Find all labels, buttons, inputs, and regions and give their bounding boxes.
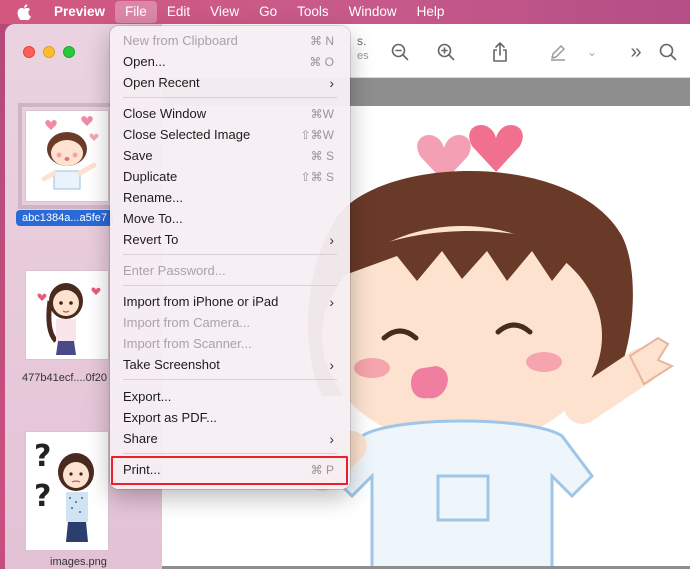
menu-item-label: Enter Password...	[123, 263, 226, 278]
more-tools-icon[interactable]: »	[624, 40, 648, 64]
menu-item-label: Take Screenshot	[123, 357, 220, 372]
menu-item-export-pdf[interactable]: Export as PDF...	[116, 407, 344, 428]
zoom-in-icon[interactable]	[434, 40, 458, 64]
menu-item-import-iphone[interactable]: Import from iPhone or iPad ›	[116, 291, 344, 312]
menu-item-label: New from Clipboard	[123, 33, 238, 48]
menu-item-label: Close Window	[123, 106, 207, 121]
menu-item-label: Close Selected Image	[123, 127, 251, 142]
chevron-right-icon: ›	[329, 231, 334, 248]
chevron-right-icon: ›	[329, 356, 334, 373]
menu-item-open[interactable]: Open... ⌘ O	[116, 51, 344, 72]
menu-item-label: Save	[123, 148, 153, 163]
menu-item-shortcut: ⇧⌘ S	[300, 169, 334, 184]
share-icon[interactable]	[488, 40, 512, 64]
menu-separator	[123, 97, 337, 98]
menu-item-label: Rename...	[123, 190, 183, 205]
menu-item-label: Open Recent	[123, 75, 200, 90]
menu-item-duplicate[interactable]: Duplicate ⇧⌘ S	[116, 166, 344, 187]
menu-separator	[123, 379, 337, 380]
menu-item-label: Import from Camera...	[123, 315, 251, 330]
chevron-right-icon: ›	[329, 293, 334, 310]
menu-tools[interactable]: Tools	[287, 1, 339, 23]
markup-pen-icon[interactable]	[546, 40, 570, 64]
window-title: s. es	[357, 34, 369, 62]
menu-separator	[123, 453, 337, 454]
menu-item-label: Import from iPhone or iPad	[123, 294, 279, 309]
thumbnail-image-2[interactable]	[25, 270, 109, 360]
menu-item-enter-password[interactable]: Enter Password...	[116, 260, 344, 281]
menu-item-close-window[interactable]: Close Window ⌘W	[116, 103, 344, 124]
menu-item-import-scanner[interactable]: Import from Scanner...	[116, 333, 344, 354]
menu-item-label: Export...	[123, 389, 172, 404]
svg-text:?: ?	[34, 439, 51, 474]
menu-item-label: Import from Scanner...	[123, 336, 252, 351]
menu-bar: Preview File Edit View Go Tools Window H…	[0, 0, 690, 24]
thumbnail-label-3[interactable]: images.png	[50, 556, 107, 568]
menu-item-open-recent[interactable]: Open Recent ›	[116, 72, 344, 93]
menu-item-take-screenshot[interactable]: Take Screenshot ›	[116, 354, 344, 375]
chevron-down-icon[interactable]: ⌄	[580, 40, 604, 64]
menu-view[interactable]: View	[200, 1, 249, 23]
menu-separator	[123, 285, 337, 286]
chevron-right-icon: ›	[329, 74, 334, 91]
menu-item-rename[interactable]: Rename...	[116, 187, 344, 208]
menu-edit[interactable]: Edit	[157, 1, 200, 23]
thumbnail-label-2[interactable]: 477b41ecf....0f20	[22, 372, 107, 384]
menu-item-shortcut: ⌘ O	[309, 54, 334, 69]
file-menu-dropdown: New from Clipboard ⌘ N Open... ⌘ O Open …	[110, 26, 350, 489]
menu-item-label: Export as PDF...	[123, 410, 217, 425]
menu-item-revert-to[interactable]: Revert To ›	[116, 229, 344, 250]
menu-item-shortcut: ⌘ N	[310, 33, 334, 48]
menu-item-export[interactable]: Export...	[116, 386, 344, 407]
menu-item-shortcut: ⇧⌘W	[300, 127, 334, 142]
thumbnail-image-3[interactable]: ? ?	[25, 431, 109, 551]
window-controls	[23, 46, 75, 58]
menu-separator	[123, 254, 337, 255]
menu-item-label: Move To...	[123, 211, 183, 226]
menu-file[interactable]: File	[115, 1, 157, 23]
menu-help[interactable]: Help	[407, 1, 455, 23]
menu-item-shortcut: ⌘W	[310, 106, 334, 121]
zoom-window-button[interactable]	[63, 46, 75, 58]
menu-item-shortcut: ⌘ S	[310, 148, 334, 163]
menu-go[interactable]: Go	[249, 1, 287, 23]
menu-item-label: Revert To	[123, 232, 179, 247]
apple-menu-icon[interactable]	[0, 4, 48, 20]
minimize-window-button[interactable]	[43, 46, 55, 58]
print-highlight-annotation	[111, 456, 348, 485]
search-icon[interactable]	[656, 40, 680, 64]
menu-app-preview[interactable]: Preview	[48, 1, 115, 23]
svg-text:?: ?	[34, 479, 51, 514]
menu-item-label: Share	[123, 431, 158, 446]
window-subtitle-text: es	[357, 50, 369, 62]
menu-item-close-selected-image[interactable]: Close Selected Image ⇧⌘W	[116, 124, 344, 145]
menu-item-import-camera[interactable]: Import from Camera...	[116, 312, 344, 333]
menu-item-save[interactable]: Save ⌘ S	[116, 145, 344, 166]
menu-window[interactable]: Window	[339, 1, 407, 23]
menu-item-label: Duplicate	[123, 169, 178, 184]
zoom-out-icon[interactable]	[388, 40, 412, 64]
chevron-right-icon: ›	[329, 430, 334, 447]
menu-item-label: Open...	[123, 54, 166, 69]
close-window-button[interactable]	[23, 46, 35, 58]
menu-item-move-to[interactable]: Move To...	[116, 208, 344, 229]
window-title-text: s.	[357, 34, 367, 48]
menu-item-share[interactable]: Share ›	[116, 428, 344, 449]
thumbnail-image-1[interactable]	[18, 103, 116, 209]
thumbnail-label-1[interactable]: abc1384a...a5fe7	[16, 210, 114, 226]
menu-item-new-from-clipboard[interactable]: New from Clipboard ⌘ N	[116, 30, 344, 51]
